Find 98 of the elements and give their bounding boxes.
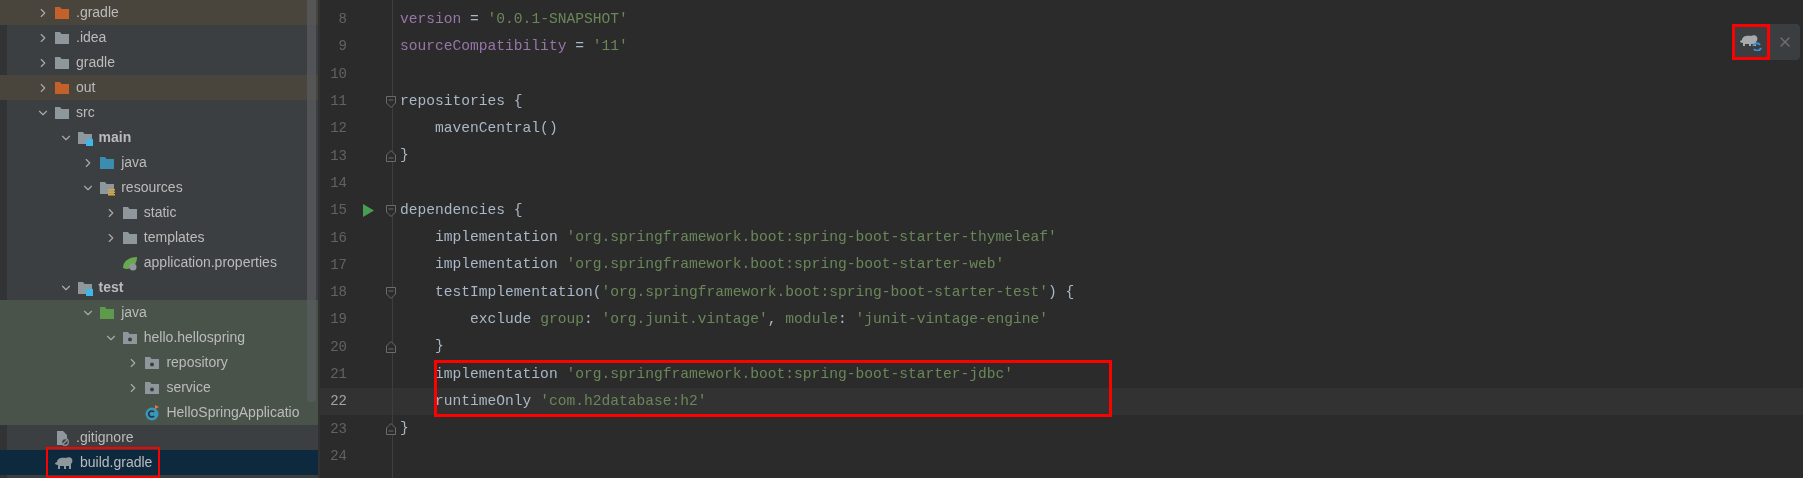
line-number: 24 (329, 446, 347, 466)
tree-item[interactable]: out (0, 75, 318, 100)
code-line: implementation 'org.springframework.boot:spring-boot-starter-web' (434, 255, 1005, 275)
tree-item[interactable]: resources (0, 175, 318, 200)
tree-item-label: .gradle (76, 3, 119, 22)
code-line: repositories { (400, 91, 523, 111)
folder-icon (54, 54, 70, 71)
code-line: mavenCentral() (434, 118, 558, 138)
tree-item[interactable]: service (0, 375, 318, 400)
tree-item[interactable]: gradle (0, 50, 318, 75)
line-number: 10 (329, 64, 347, 84)
fold-icon[interactable] (386, 204, 396, 217)
elephant-icon (54, 454, 74, 471)
folder-icon (121, 229, 138, 246)
run-icon[interactable] (362, 204, 374, 218)
tree-item[interactable]: .gradle (0, 0, 318, 25)
code-line: } (434, 337, 444, 357)
tree-item[interactable]: build.gradle (0, 450, 318, 475)
folder-icon (121, 204, 138, 221)
tree-item[interactable]: HelloSpringApplicatio (0, 400, 318, 425)
tree-item-label: templates (143, 228, 205, 247)
tree-item-label: .gitignore (76, 428, 134, 447)
class-icon (144, 404, 161, 421)
line-number: 16 (329, 228, 347, 248)
tree-item-label: hello.hellospring (143, 328, 245, 347)
tree-item-label: service (166, 378, 211, 397)
code-line: sourceCompatibility = '11' (400, 37, 628, 56)
code-line: testImplementation('org.springframework.boot:spring-boot-starter-test') { (434, 282, 1075, 302)
tree-item-label: HelloSpringApplicatio (166, 403, 300, 422)
code-line: implementation 'org.springframework.boot:spring-boot-starter-jdbc' (434, 364, 1014, 384)
package-icon (144, 379, 161, 396)
line-number: 14 (329, 173, 347, 193)
tree-item-label: application.properties (143, 253, 277, 272)
tree-item[interactable]: test (0, 275, 318, 300)
tree-item-label: main (98, 128, 132, 147)
tree-item-label: test (98, 278, 124, 297)
tree-item[interactable]: .gitignore (0, 425, 318, 450)
module-folder-icon (76, 279, 93, 296)
code-line: version = '0.0.1-SNAPSHOT' (400, 9, 628, 29)
code-line: exclude group: 'org.junit.vintage', module: 'junit-vintage-engine' (469, 309, 1049, 329)
tree-item[interactable]: java (0, 300, 318, 325)
line-number: 12 (329, 119, 347, 139)
code-line: dependencies { (400, 200, 523, 220)
tree-item-label: .idea (76, 28, 107, 47)
fold-icon[interactable] (386, 95, 396, 108)
tree-item[interactable]: repository (0, 350, 318, 375)
code-line: } (400, 419, 409, 439)
code-line: runtimeOnly 'com.h2database:h2' (434, 391, 707, 411)
tree-item[interactable]: java (0, 150, 318, 175)
folder-icon (99, 304, 116, 321)
tree-item[interactable]: hello.hellospring (0, 325, 318, 350)
fold-icon[interactable] (386, 341, 396, 354)
folder-icon (99, 154, 116, 171)
line-number: 13 (329, 146, 347, 166)
tree-item-label: gradle (76, 53, 115, 72)
package-icon (121, 329, 138, 346)
fold-icon[interactable] (386, 286, 396, 299)
tree-item[interactable]: application.properties (0, 250, 318, 275)
folder-icon (54, 4, 70, 21)
scrollbar[interactable] (307, 0, 316, 402)
line-number: 22 (329, 392, 347, 412)
tree-item-label: resources (121, 178, 183, 197)
code-line: implementation 'org.springframework.boot:spring-boot-starter-thymeleaf' (434, 228, 1057, 248)
line-number: 9 (337, 37, 347, 57)
tree-item-label: repository (166, 353, 228, 372)
tree-item-label: src (76, 103, 95, 122)
line-number: 15 (329, 201, 347, 221)
code-line: } (400, 146, 409, 166)
tree-item[interactable]: static (0, 200, 318, 225)
tree-item[interactable]: templates (0, 225, 318, 250)
ignore-file-icon (54, 429, 70, 446)
gradle-sync-button[interactable] (1732, 24, 1770, 60)
tree-item-label: out (76, 78, 96, 97)
folder-icon (54, 29, 70, 46)
line-number: 11 (329, 92, 347, 112)
tree-item[interactable]: .idea (0, 25, 318, 50)
folder-icon (54, 79, 70, 96)
tree-item-label: java (121, 303, 147, 322)
fold-icon[interactable] (386, 423, 396, 436)
fold-icon[interactable] (386, 150, 396, 163)
line-number: 18 (329, 283, 347, 303)
tree-item[interactable]: main (0, 125, 318, 150)
folder-icon (54, 104, 70, 121)
tree-item[interactable]: src (0, 100, 318, 125)
elephant-sync-icon (1740, 33, 1762, 51)
module-folder-icon (76, 129, 93, 146)
tree-item-label: java (121, 153, 147, 172)
line-number: 20 (329, 337, 347, 357)
spring-config-icon (121, 254, 138, 271)
tree-item-label: static (143, 203, 177, 222)
resources-folder-icon (99, 179, 116, 196)
line-number: 21 (329, 365, 347, 384)
line-number: 8 (337, 10, 347, 30)
package-icon (144, 354, 161, 371)
line-number: 23 (329, 419, 347, 439)
tree-item-label: build.gradle (80, 453, 153, 472)
line-number: 19 (329, 310, 347, 330)
line-number: 17 (329, 255, 347, 275)
